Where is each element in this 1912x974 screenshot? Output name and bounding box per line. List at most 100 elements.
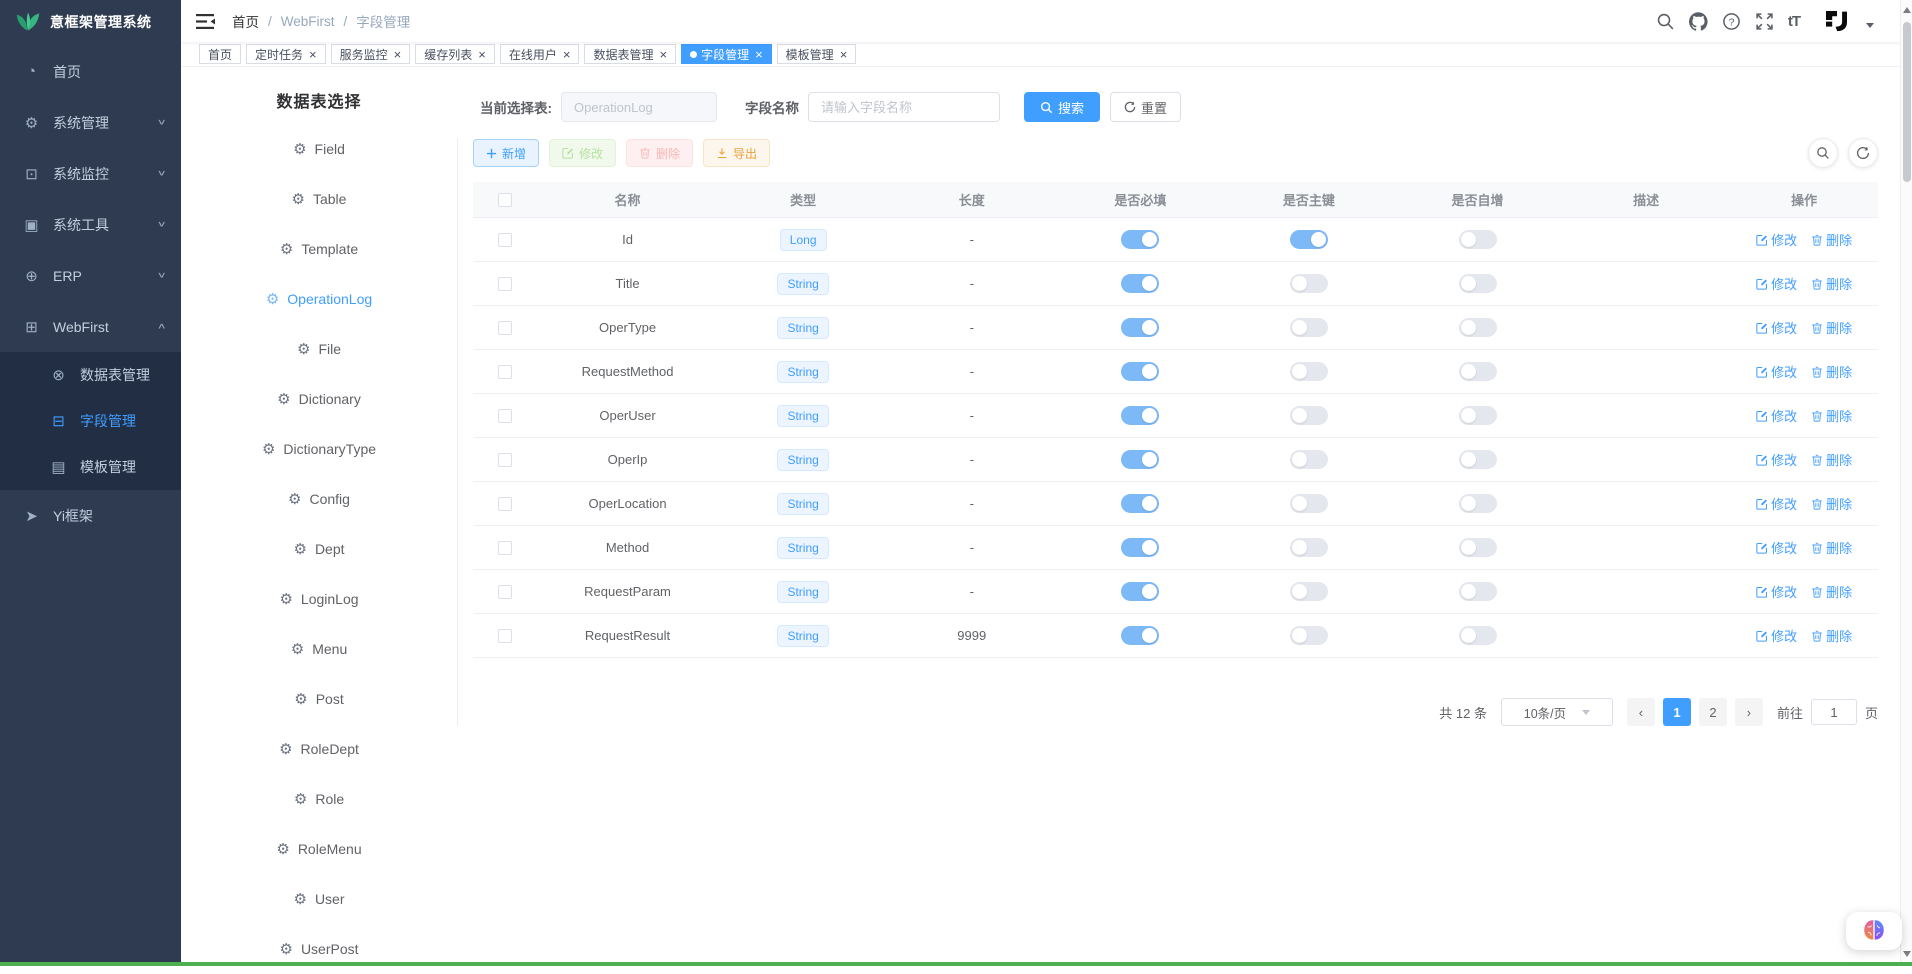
row-delete-link[interactable]: 删除 [1811, 318, 1852, 337]
required-toggle[interactable] [1121, 582, 1159, 601]
required-toggle[interactable] [1121, 494, 1159, 513]
page-button[interactable]: 2 [1699, 698, 1727, 726]
breadcrumb-home[interactable]: 首页 [232, 11, 259, 31]
row-checkbox[interactable] [498, 453, 512, 467]
search-button[interactable]: 搜索 [1024, 92, 1100, 122]
tree-item[interactable]: ⚙ Role [181, 774, 457, 824]
user-dropdown-caret[interactable] [1866, 23, 1874, 28]
column-header-required[interactable]: 是否必填 [1056, 190, 1225, 209]
app-logo[interactable]: 意框架管理系统 [0, 0, 181, 44]
column-header-name[interactable]: 名称 [536, 190, 719, 209]
required-toggle[interactable] [1121, 406, 1159, 425]
row-delete-link[interactable]: 删除 [1811, 450, 1852, 469]
scroll-up-arrow[interactable] [1903, 7, 1911, 13]
page-size-select[interactable]: 10条/页 [1501, 698, 1613, 726]
tree-item[interactable]: ⚙ Dictionary [181, 374, 457, 424]
tree-item[interactable]: ⚙ File [181, 324, 457, 374]
close-icon[interactable]: × [840, 48, 848, 61]
tree-item[interactable]: ⚙ Menu [181, 624, 457, 674]
table-search-button[interactable] [1808, 138, 1838, 168]
export-button[interactable]: 导出 [703, 139, 770, 167]
row-edit-link[interactable]: 修改 [1756, 626, 1797, 645]
tree-item[interactable]: ⚙ OperationLog [181, 274, 457, 324]
tab[interactable]: 服务监控 × [331, 44, 411, 64]
sidebar-item[interactable]: ⊞ WebFirst ∧ [0, 301, 181, 352]
close-icon[interactable]: × [394, 48, 402, 61]
row-edit-link[interactable]: 修改 [1756, 450, 1797, 469]
delete-button[interactable]: 删除 [626, 139, 693, 167]
tab[interactable]: 数据表管理 × [584, 44, 676, 64]
sidebar-item[interactable]: ▤ 模板管理 [0, 444, 181, 490]
required-toggle[interactable] [1121, 230, 1159, 249]
primary-key-toggle[interactable] [1290, 274, 1328, 293]
select-all-checkbox[interactable] [498, 193, 512, 207]
sidebar-item[interactable]: ▣ 系统工具 ∨ [0, 199, 181, 250]
primary-key-toggle[interactable] [1290, 230, 1328, 249]
primary-key-toggle[interactable] [1290, 494, 1328, 513]
sidebar-item[interactable]: ◔ 首页 [0, 46, 181, 97]
page-button[interactable]: 1 [1663, 698, 1691, 726]
next-page-button[interactable]: › [1735, 698, 1763, 726]
row-delete-link[interactable]: 删除 [1811, 274, 1852, 293]
auto-increment-toggle[interactable] [1459, 230, 1497, 249]
sidebar-item[interactable]: ⊡ 系统监控 ∨ [0, 148, 181, 199]
tree-item[interactable]: ⚙ Table [181, 174, 457, 224]
scroll-down-arrow[interactable] [1903, 951, 1911, 957]
row-delete-link[interactable]: 删除 [1811, 230, 1852, 249]
row-checkbox[interactable] [498, 233, 512, 247]
tab[interactable]: 模板管理 × [777, 44, 857, 64]
row-edit-link[interactable]: 修改 [1756, 318, 1797, 337]
required-toggle[interactable] [1121, 450, 1159, 469]
primary-key-toggle[interactable] [1290, 318, 1328, 337]
required-toggle[interactable] [1121, 274, 1159, 293]
tree-item[interactable]: ⚙ DictionaryType [181, 424, 457, 474]
sidebar-item[interactable]: ⚙ 系统管理 ∨ [0, 97, 181, 148]
required-toggle[interactable] [1121, 362, 1159, 381]
auto-increment-toggle[interactable] [1459, 582, 1497, 601]
row-edit-link[interactable]: 修改 [1756, 494, 1797, 513]
font-size-icon[interactable]: tT [1788, 13, 1800, 30]
search-icon[interactable] [1656, 12, 1675, 31]
primary-key-toggle[interactable] [1290, 362, 1328, 381]
tree-item[interactable]: ⚙ Dept [181, 524, 457, 574]
tree-item[interactable]: ⚙ RoleMenu [181, 824, 457, 874]
column-header-description[interactable]: 描述 [1562, 190, 1731, 209]
row-checkbox[interactable] [498, 277, 512, 291]
tree-item[interactable]: ⚙ Field [181, 124, 457, 174]
row-edit-link[interactable]: 修改 [1756, 230, 1797, 249]
close-icon[interactable]: × [309, 48, 317, 61]
tab[interactable]: 定时任务 × [246, 44, 326, 64]
primary-key-toggle[interactable] [1290, 582, 1328, 601]
row-delete-link[interactable]: 删除 [1811, 494, 1852, 513]
github-icon[interactable] [1689, 12, 1708, 31]
row-delete-link[interactable]: 删除 [1811, 626, 1852, 645]
row-checkbox[interactable] [498, 585, 512, 599]
required-toggle[interactable] [1121, 626, 1159, 645]
add-button[interactable]: 新增 [473, 139, 539, 167]
close-icon[interactable]: × [478, 48, 486, 61]
row-edit-link[interactable]: 修改 [1756, 406, 1797, 425]
row-edit-link[interactable]: 修改 [1756, 582, 1797, 601]
row-checkbox[interactable] [498, 365, 512, 379]
primary-key-toggle[interactable] [1290, 406, 1328, 425]
current-table-input[interactable] [561, 92, 717, 122]
column-header-autoincrement[interactable]: 是否自增 [1393, 190, 1562, 209]
row-delete-link[interactable]: 删除 [1811, 406, 1852, 425]
column-header-type[interactable]: 类型 [719, 190, 888, 209]
tree-item[interactable]: ⚙ LoginLog [181, 574, 457, 624]
edit-button[interactable]: 修改 [549, 139, 616, 167]
fullscreen-icon[interactable] [1755, 12, 1774, 31]
required-toggle[interactable] [1121, 318, 1159, 337]
close-icon[interactable]: × [563, 48, 571, 61]
auto-increment-toggle[interactable] [1459, 318, 1497, 337]
primary-key-toggle[interactable] [1290, 626, 1328, 645]
auto-increment-toggle[interactable] [1459, 274, 1497, 293]
sidebar-item[interactable]: ⊗ 数据表管理 [0, 352, 181, 398]
tab[interactable]: 首页 [199, 44, 241, 64]
scrollbar-thumb[interactable] [1903, 22, 1911, 182]
tree-item[interactable]: ⚙ Template [181, 224, 457, 274]
prev-page-button[interactable]: ‹ [1627, 698, 1655, 726]
table-refresh-button[interactable] [1848, 138, 1878, 168]
required-toggle[interactable] [1121, 538, 1159, 557]
close-icon[interactable]: × [659, 48, 667, 61]
